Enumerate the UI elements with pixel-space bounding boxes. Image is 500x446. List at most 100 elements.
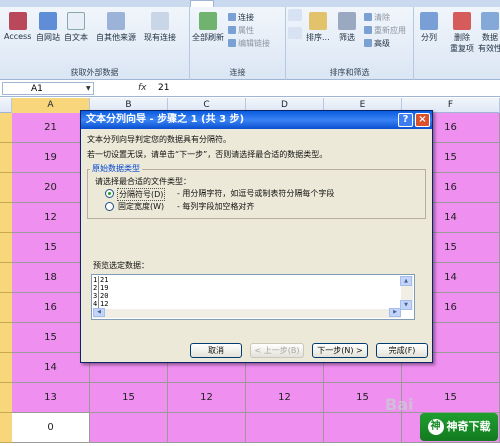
refresh-all-button[interactable]: 全部刷新 <box>192 12 224 43</box>
access-button[interactable]: Access <box>4 12 31 41</box>
clear-button[interactable]: 清除 <box>364 12 390 23</box>
ribbon: Access 自网站 自文本 自其他来源 现有连接 获取外部数据 全部刷新 连接… <box>0 0 500 80</box>
grid-cell[interactable] <box>168 413 246 443</box>
grid-cell[interactable]: 18 <box>12 263 90 293</box>
from-web-button[interactable]: 自网站 <box>36 12 60 43</box>
sort-az-icon[interactable] <box>288 9 302 23</box>
group-sort-filter: 排序... 筛选 清除 重新应用 高级 排序和筛选 <box>286 7 414 80</box>
connections-icon <box>151 12 169 30</box>
split-columns-icon <box>420 12 438 30</box>
grid-cell[interactable]: 15 <box>402 383 500 413</box>
grid-cell[interactable]: 12 <box>12 203 90 233</box>
remove-duplicates-icon <box>453 12 471 30</box>
preview-horizontal-scrollbar[interactable]: ◀ ▶ <box>93 308 401 318</box>
from-text-button[interactable]: 自文本 <box>64 12 88 43</box>
reapply-button[interactable]: 重新应用 <box>364 25 406 36</box>
tab-data[interactable] <box>190 0 214 7</box>
close-button[interactable]: × <box>415 113 430 127</box>
dialog-title[interactable]: 文本分列向导 - 步骤之 1 (共 3 步) <box>81 111 432 129</box>
row-header[interactable] <box>0 413 12 443</box>
group-title: 连接 <box>229 68 246 77</box>
preview-row: 4 12 <box>93 300 108 308</box>
insert-function-icon[interactable]: fx <box>138 82 147 95</box>
fixed-width-label[interactable]: 固定宽度(W) <box>118 201 164 212</box>
row-header[interactable] <box>0 173 12 203</box>
scroll-left-icon[interactable]: ◀ <box>93 308 105 317</box>
link-icon <box>228 13 236 21</box>
sort-button[interactable]: 排序... <box>306 12 330 43</box>
text-to-columns-button[interactable]: 分列 <box>420 12 438 43</box>
name-box[interactable]: A1 <box>2 82 94 95</box>
row-header[interactable] <box>0 233 12 263</box>
fixed-width-radio[interactable] <box>105 202 114 211</box>
row-header[interactable] <box>0 323 12 353</box>
row-header[interactable] <box>0 353 12 383</box>
preview-row-number: 1 <box>93 276 99 284</box>
help-button[interactable]: ? <box>398 113 413 127</box>
properties-button[interactable]: 属性 <box>228 25 254 36</box>
remove-duplicates-button[interactable]: 删除 重复项 <box>450 12 474 54</box>
data-validation-button[interactable]: 数据 有效性 <box>478 12 500 54</box>
row-header[interactable] <box>0 203 12 233</box>
scroll-down-icon[interactable]: ▼ <box>400 300 412 310</box>
preview-row: 2 19 <box>93 284 108 292</box>
other-sources-button[interactable]: 自其他来源 <box>96 12 136 43</box>
grid-cell[interactable]: 20 <box>12 173 90 203</box>
select-all-corner[interactable] <box>0 98 12 113</box>
grid-cell[interactable]: 14 <box>12 353 90 383</box>
grid-cell[interactable]: 15 <box>90 383 168 413</box>
preview-row-value: 12 <box>100 300 109 308</box>
grid-cell[interactable]: 19 <box>12 143 90 173</box>
connections-button[interactable]: 连接 <box>228 12 254 23</box>
preview-row-number: 3 <box>93 292 99 300</box>
existing-connections-button[interactable]: 现有连接 <box>144 12 176 43</box>
scroll-right-icon[interactable]: ▶ <box>389 308 401 317</box>
column-header-a[interactable]: A <box>12 98 90 113</box>
row-header[interactable] <box>0 263 12 293</box>
web-icon <box>39 12 57 30</box>
grid-cell[interactable]: 21 <box>12 113 90 143</box>
grid-cell[interactable]: 12 <box>168 383 246 413</box>
logo-mark: 神 <box>427 419 444 435</box>
advanced-button[interactable]: 高级 <box>364 38 390 49</box>
delimited-label[interactable]: 分隔符号(D) <box>117 188 166 201</box>
grid-cell[interactable]: 13 <box>12 383 90 413</box>
grid-cell[interactable] <box>246 413 324 443</box>
access-icon <box>8 12 27 30</box>
row-header[interactable] <box>0 113 12 143</box>
edit-links-icon <box>228 39 236 47</box>
cancel-button[interactable]: 取消 <box>190 343 242 358</box>
grid-cell[interactable] <box>90 413 168 443</box>
grid-cell[interactable]: 16 <box>12 293 90 323</box>
back-button[interactable]: < 上一步(B) <box>250 343 304 358</box>
data-preview[interactable]: 1 21 2 19 3 20 4 12 ▲ ▼ ◀ ▶ <box>91 274 415 320</box>
row-header[interactable] <box>0 143 12 173</box>
preview-row-value: 21 <box>100 276 109 284</box>
finish-button[interactable]: 完成(F) <box>376 343 428 358</box>
name-box-dropdown-icon[interactable]: ▼ <box>86 85 91 92</box>
scroll-up-icon[interactable]: ▲ <box>400 276 412 286</box>
filter-button[interactable]: 筛选 <box>338 12 356 43</box>
edit-links-button[interactable]: 编辑链接 <box>228 38 270 49</box>
grid-cell[interactable]: 0 <box>12 413 90 443</box>
preview-row-value: 19 <box>100 284 109 292</box>
grid-cell[interactable]: 12 <box>246 383 324 413</box>
sort-za-icon[interactable] <box>288 27 302 41</box>
preview-vertical-scrollbar[interactable]: ▲ ▼ <box>400 276 413 310</box>
row-header[interactable] <box>0 383 12 413</box>
watermark: Bai <box>385 395 414 414</box>
delimited-radio[interactable] <box>105 189 114 198</box>
formula-input[interactable]: 21 <box>158 82 169 95</box>
formula-bar: A1 ▼ fx 21 <box>0 81 500 97</box>
file-type-prompt: 请选择最合适的文件类型： <box>95 177 191 186</box>
grid-cell[interactable]: 15 <box>12 323 90 353</box>
next-button[interactable]: 下一步(N) > <box>312 343 368 358</box>
reapply-icon <box>364 26 372 34</box>
group-title: 获取外部数据 <box>70 68 119 77</box>
grid-cell[interactable]: 15 <box>12 233 90 263</box>
grid-cell[interactable] <box>324 413 402 443</box>
text-to-columns-dialog: 文本分列向导 - 步骤之 1 (共 3 步) ? × 文本分列向导判定您的数据具… <box>80 110 433 363</box>
row-header[interactable] <box>0 293 12 323</box>
logo-text: 神奇下载 <box>446 420 491 433</box>
validation-icon <box>481 12 499 30</box>
